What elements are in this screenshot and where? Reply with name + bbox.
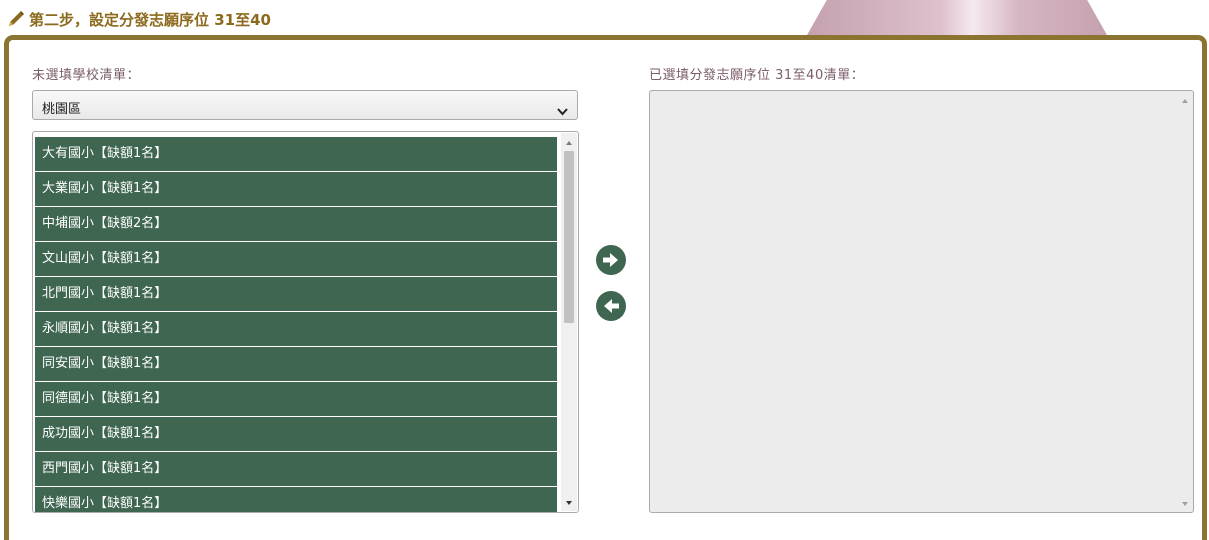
unselected-list-label: 未選填學校清單： xyxy=(32,68,141,83)
chevron-down-icon xyxy=(557,101,568,120)
school-list-item[interactable]: 中埔國小【缺額2名】 xyxy=(35,207,557,241)
school-list-item[interactable]: 成功國小【缺額1名】 xyxy=(35,417,557,451)
scroll-down-arrow-icon[interactable] xyxy=(561,495,577,509)
selected-scroll-up-arrow-icon[interactable] xyxy=(1177,93,1193,107)
step-title-text: 第二步，設定分發志願序位 31至40 xyxy=(29,10,271,29)
school-list-items: 大有國小【缺額1名】 大業國小【缺額1名】 中埔國小【缺額2名】 文山國小【缺額1名】… xyxy=(35,137,557,512)
school-list-item[interactable]: 文山國小【缺額1名】 xyxy=(35,242,557,276)
add-school-button[interactable] xyxy=(595,244,627,276)
school-list-item[interactable]: 大有國小【缺額1名】 xyxy=(35,137,557,171)
scroll-up-arrow-icon[interactable] xyxy=(561,135,577,149)
arrow-left-circle-icon xyxy=(595,291,627,326)
pencil-icon xyxy=(6,9,26,29)
school-list-item[interactable]: 同德國小【缺額1名】 xyxy=(35,382,557,416)
selected-list-scrollbar[interactable] xyxy=(1177,91,1193,512)
school-list-item[interactable]: 同安國小【缺額1名】 xyxy=(35,347,557,381)
selected-list-label: 已選填分發志願序位 31至40清單： xyxy=(649,68,865,83)
step-title: 第二步，設定分發志願序位 31至40 xyxy=(6,6,271,32)
school-list-item[interactable]: 永順國小【缺額1名】 xyxy=(35,312,557,346)
remove-school-button[interactable] xyxy=(595,290,627,322)
school-list-scrollbar[interactable] xyxy=(561,133,577,511)
unselected-school-list[interactable]: 大有國小【缺額1名】 大業國小【缺額1名】 中埔國小【缺額2名】 文山國小【缺額1名】… xyxy=(32,131,579,513)
district-select-value: 桃園區 xyxy=(42,102,82,117)
selected-school-list[interactable] xyxy=(649,90,1194,513)
district-select[interactable]: 桃園區 xyxy=(32,90,578,120)
arrow-right-circle-icon xyxy=(595,245,627,280)
school-list-scroll-thumb[interactable] xyxy=(564,151,574,323)
school-list-item[interactable]: 快樂國小【缺額1名】 xyxy=(35,487,557,512)
school-list-item[interactable]: 大業國小【缺額1名】 xyxy=(35,172,557,206)
school-list-item[interactable]: 北門國小【缺額1名】 xyxy=(35,277,557,311)
selection-panel: 未選填學校清單： 已選填分發志願序位 31至40清單： 桃園區 大有國小【缺額1… xyxy=(4,35,1207,540)
selected-scroll-down-arrow-icon[interactable] xyxy=(1177,496,1193,510)
school-list-item[interactable]: 西門國小【缺額1名】 xyxy=(35,452,557,486)
